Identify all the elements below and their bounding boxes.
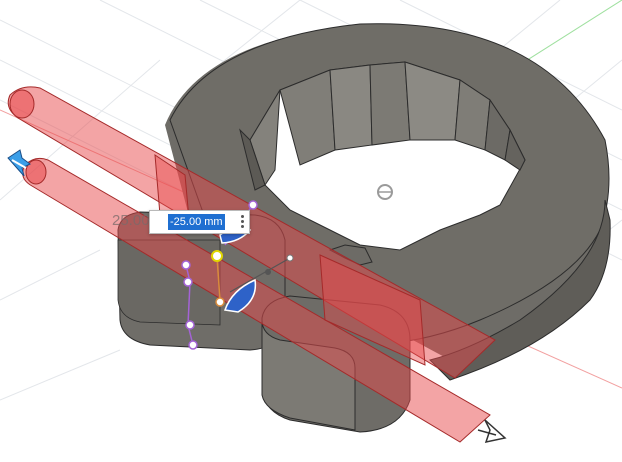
- model-scene: [0, 0, 622, 444]
- distance-input[interactable]: [168, 214, 225, 230]
- dimension-ghost-label: 25.00: [112, 212, 150, 229]
- more-options-icon[interactable]: [239, 215, 245, 229]
- canvas-viewport[interactable]: 25.00: [0, 0, 622, 457]
- direction-arrow-gray-icon: [477, 419, 507, 444]
- dimension-input-box[interactable]: [149, 210, 250, 234]
